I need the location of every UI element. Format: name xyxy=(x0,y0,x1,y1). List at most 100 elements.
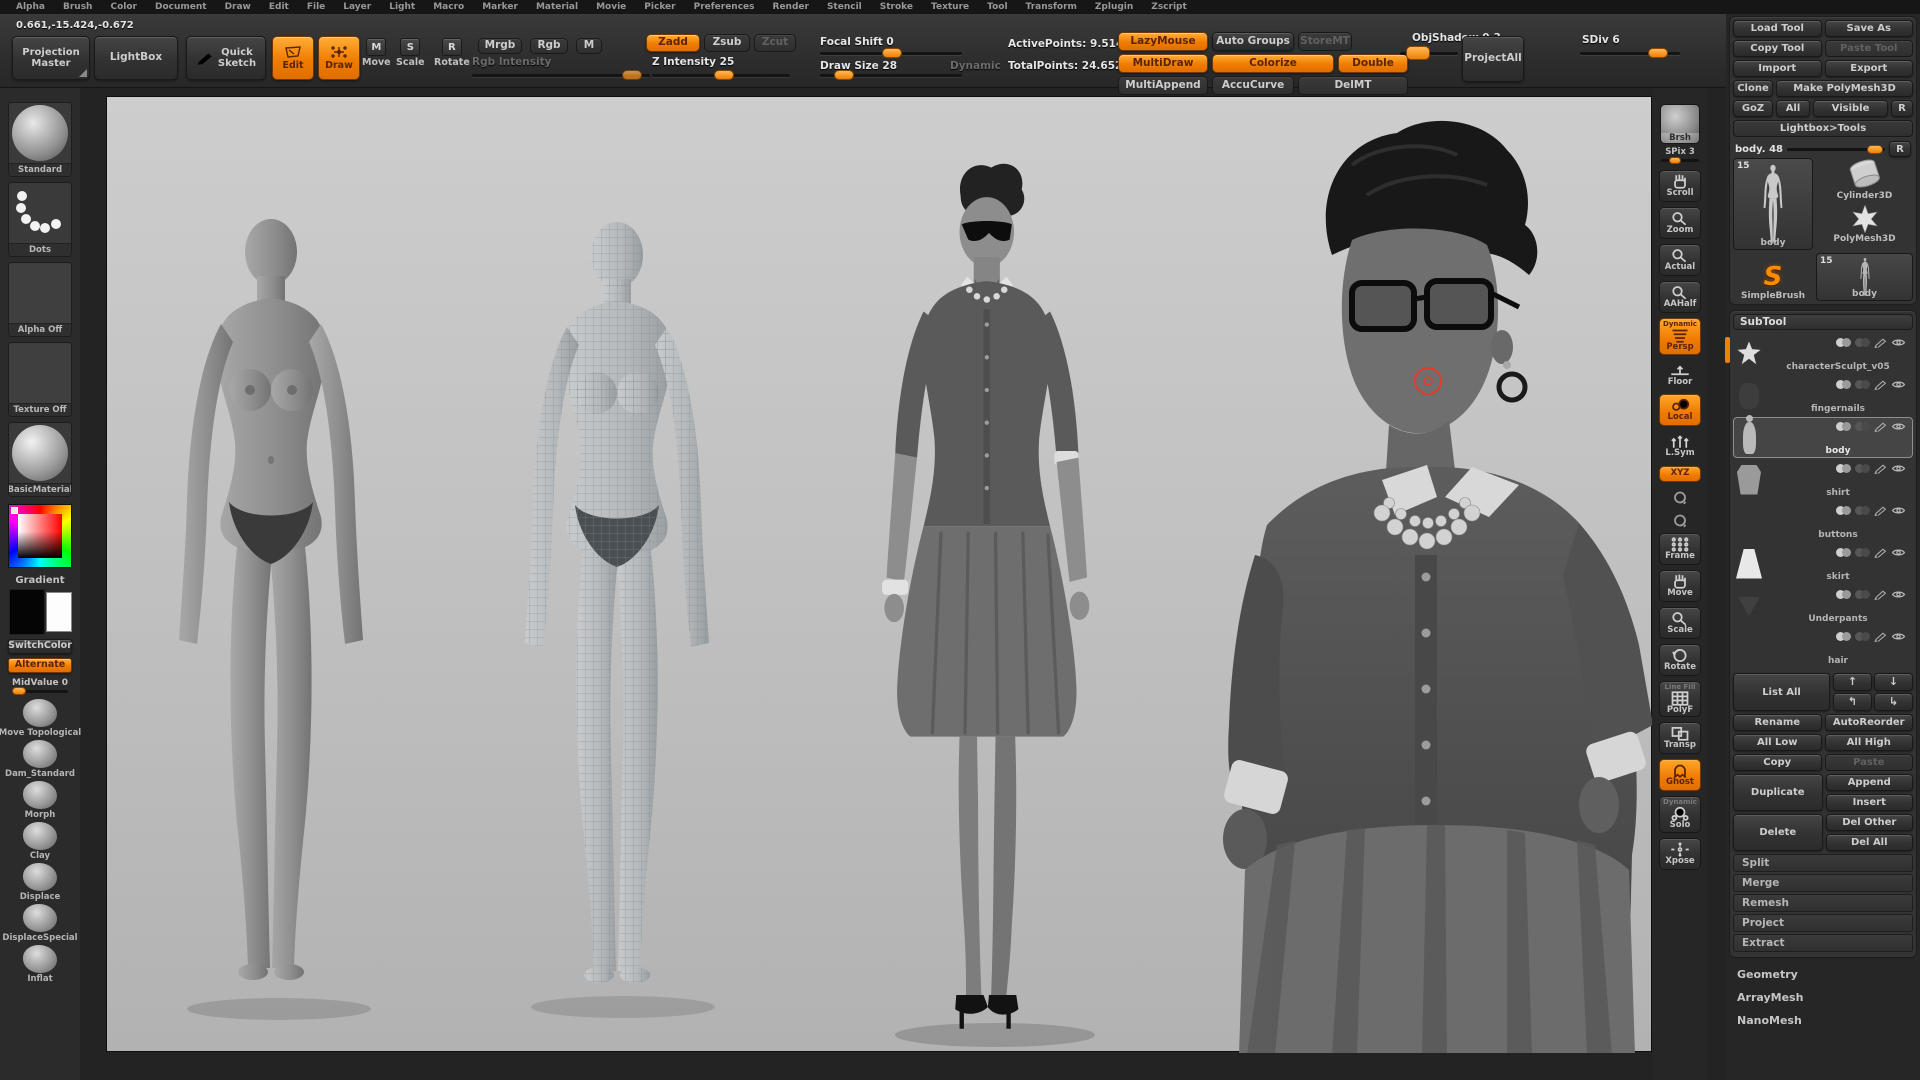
subtool-header[interactable]: SubTool xyxy=(1733,314,1913,330)
viewport-tool-button[interactable] xyxy=(1659,510,1701,531)
menu-item[interactable]: Tool xyxy=(979,2,1015,12)
menu-item[interactable]: Zplugin xyxy=(1087,2,1141,12)
rgb-intensity-slider[interactable] xyxy=(472,74,650,77)
viewport-tool-button[interactable]: Transp xyxy=(1659,722,1701,754)
quick-brush-item[interactable]: Morph xyxy=(23,781,57,820)
gradient-label[interactable]: Gradient xyxy=(15,575,64,586)
quick-brush-item[interactable]: Inflat xyxy=(23,945,57,984)
menu-item[interactable]: Render xyxy=(765,2,817,12)
material-selector[interactable]: BasicMaterial xyxy=(8,422,72,497)
visibility-eye-icon[interactable] xyxy=(1891,379,1906,390)
subtool-item[interactable]: fingernails xyxy=(1733,375,1913,416)
secondary-color-swatch[interactable] xyxy=(46,592,72,632)
menu-item[interactable]: Light xyxy=(381,2,423,12)
z-intensity-handle[interactable] xyxy=(714,70,734,80)
visibility-eye-icon[interactable] xyxy=(1891,505,1906,516)
subtool-section-header[interactable]: Merge xyxy=(1733,874,1913,892)
subtool-item[interactable]: Underpants xyxy=(1733,585,1913,626)
menu-item[interactable]: Movie xyxy=(588,2,634,12)
quick-brush-item[interactable]: DisplaceSpecial xyxy=(2,904,77,943)
viewport-tool-button[interactable]: Local xyxy=(1659,394,1701,426)
subtool-up-button[interactable]: ↑ xyxy=(1833,673,1872,691)
edit-subtool-icon[interactable] xyxy=(1874,631,1887,642)
viewport-tool-button[interactable]: Line Fill PolyF xyxy=(1659,681,1701,718)
zsub-button[interactable]: Zsub xyxy=(704,34,750,52)
edit-subtool-icon[interactable] xyxy=(1874,379,1887,390)
subtool-item[interactable]: shirt xyxy=(1733,459,1913,500)
menu-item[interactable]: Alpha xyxy=(8,2,53,12)
save-as-button[interactable]: Save As xyxy=(1825,20,1914,37)
quick-brush-item[interactable]: Dam_Standard xyxy=(5,740,75,779)
cylinder3d-tool[interactable]: Cylinder3D xyxy=(1816,158,1913,201)
all-low-button[interactable]: All Low xyxy=(1733,734,1822,751)
zcut-button[interactable]: Zcut xyxy=(754,34,796,52)
make-polymesh3d-button[interactable]: Make PolyMesh3D xyxy=(1776,80,1913,97)
rename-button[interactable]: Rename xyxy=(1733,714,1822,731)
tool-slider[interactable] xyxy=(1787,148,1885,151)
quick-brush-item[interactable]: Clay xyxy=(23,822,57,861)
multidraw-button[interactable]: MultiDraw xyxy=(1118,54,1208,73)
subtool-move-out-button[interactable]: ↰ xyxy=(1833,693,1872,711)
auto-groups-button[interactable]: Auto Groups xyxy=(1212,32,1294,51)
sdiv-handle[interactable] xyxy=(1648,48,1668,58)
focal-shift-slider[interactable] xyxy=(820,52,962,55)
viewport-tool-button[interactable]: Frame xyxy=(1659,533,1701,565)
visibility-eye-icon[interactable] xyxy=(1891,547,1906,558)
edit-subtool-icon[interactable] xyxy=(1874,421,1887,432)
r-export-button[interactable]: R xyxy=(1891,100,1913,117)
zadd-button[interactable]: Zadd xyxy=(646,34,700,52)
edit-subtool-icon[interactable] xyxy=(1874,505,1887,516)
rotate-mode-button[interactable]: RRotate xyxy=(434,38,470,68)
storemt-button[interactable]: StoreMT xyxy=(1298,32,1352,51)
viewport-tool-button[interactable]: Dynamic Solo xyxy=(1659,796,1701,833)
all-button[interactable]: All xyxy=(1776,100,1810,117)
model-figure-wireframe[interactable] xyxy=(525,222,709,983)
lightbox-tools-button[interactable]: Lightbox>Tools xyxy=(1733,120,1913,137)
subtool-item[interactable]: buttons xyxy=(1733,501,1913,542)
menu-item[interactable]: Color xyxy=(102,2,145,12)
export-button[interactable]: Export xyxy=(1825,60,1914,77)
spix-slider[interactable] xyxy=(1661,159,1699,162)
autoreorder-button[interactable]: AutoReorder xyxy=(1825,714,1914,731)
delete-button[interactable]: Delete xyxy=(1733,814,1823,851)
visibility-eye-icon[interactable] xyxy=(1891,589,1906,600)
tool-section-header[interactable]: NanoMesh xyxy=(1729,1009,1917,1032)
draw-size-slider[interactable] xyxy=(820,74,962,77)
viewport-tool-button[interactable]: Dynamic Persp xyxy=(1659,318,1701,355)
lightbox-button[interactable]: LightBox xyxy=(94,36,178,80)
texture-selector[interactable]: Texture Off xyxy=(8,342,72,417)
mrgb-button[interactable]: Mrgb xyxy=(478,38,522,54)
load-tool-button[interactable]: Load Tool xyxy=(1733,20,1822,37)
rgb-intensity-handle[interactable] xyxy=(622,70,642,80)
viewport-tool-button[interactable]: Move xyxy=(1659,570,1701,602)
canvas-viewport[interactable] xyxy=(106,96,1652,1052)
all-high-button[interactable]: All High xyxy=(1825,734,1914,751)
insert-button[interactable]: Insert xyxy=(1826,794,1914,811)
visibility-eye-icon[interactable] xyxy=(1891,463,1906,474)
objshadow-slider[interactable] xyxy=(1400,52,1458,55)
active-tool-thumbnail[interactable]: 15 body xyxy=(1733,158,1813,250)
menu-item[interactable]: Transform xyxy=(1018,2,1085,12)
menu-item[interactable]: Draw xyxy=(217,2,259,12)
viewport-tool-button[interactable]: Rotate xyxy=(1659,644,1701,676)
menu-item[interactable]: File xyxy=(299,2,333,12)
multiappend-button[interactable]: MultiAppend xyxy=(1118,76,1208,95)
edit-subtool-icon[interactable] xyxy=(1874,337,1887,348)
subtool-section-header[interactable]: Split xyxy=(1733,854,1913,872)
viewport-tool-button[interactable]: Ghost xyxy=(1659,759,1701,791)
import-button[interactable]: Import xyxy=(1733,60,1822,77)
tool-slider-handle[interactable] xyxy=(1867,145,1883,154)
tool-section-header[interactable]: ArrayMesh xyxy=(1729,986,1917,1009)
accucurve-button[interactable]: AccuCurve xyxy=(1212,76,1294,95)
edit-subtool-icon[interactable] xyxy=(1874,463,1887,474)
saturation-value-square[interactable] xyxy=(18,514,62,558)
subtool-item[interactable]: body xyxy=(1733,417,1913,458)
model-figure-clothed[interactable] xyxy=(882,164,1089,1029)
clone-button[interactable]: Clone xyxy=(1733,80,1773,97)
edit-mode-button[interactable]: Edit xyxy=(272,36,314,80)
copy-subtool-button[interactable]: Copy xyxy=(1733,754,1822,771)
viewport-tool-button[interactable]: XYZ xyxy=(1659,466,1701,482)
recent-tool-thumbnail[interactable]: 15 body xyxy=(1816,253,1913,301)
model-figure-closeup[interactable] xyxy=(1222,121,1653,1053)
viewport-tool-button[interactable] xyxy=(1659,487,1701,508)
